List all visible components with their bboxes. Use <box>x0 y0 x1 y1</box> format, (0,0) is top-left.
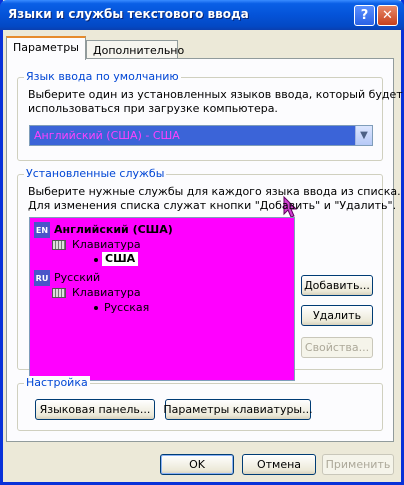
default-language-group: Язык ввода по умолчанию Выберите один из… <box>17 70 403 161</box>
tab-parameters[interactable]: Параметры <box>6 36 86 60</box>
services-tree[interactable]: EN Английский (США) Клавиатура США RU Ру… <box>29 217 295 381</box>
bullet-icon <box>94 306 98 310</box>
tab-panel: Язык ввода по умолчанию Выберите один из… <box>6 58 403 442</box>
title-bar[interactable]: Языки и службы текстового ввода ? ✕ <box>0 0 404 30</box>
keyboard-icon <box>52 288 66 298</box>
close-button[interactable]: ✕ <box>377 5 398 26</box>
installed-services-desc-1: Выберите нужные службы для каждого языка… <box>28 185 401 198</box>
english-language-icon: EN <box>34 222 50 238</box>
tree-item-russian-layout[interactable]: Русская <box>104 301 149 315</box>
bullet-icon <box>94 258 98 262</box>
chevron-down-icon[interactable]: ▼ <box>355 126 372 145</box>
window-title: Языки и службы текстового ввода <box>8 7 249 21</box>
remove-button[interactable]: Удалить <box>301 305 373 326</box>
default-language-desc-1: Выберите один из установленных языков вв… <box>28 88 403 101</box>
installed-services-legend: Установленные службы <box>24 167 167 180</box>
settings-legend: Настройка <box>24 376 90 389</box>
tree-item-russian-keyboard[interactable]: Клавиатура <box>72 286 141 300</box>
tree-item-english[interactable]: Английский (США) <box>54 223 173 237</box>
default-language-legend: Язык ввода по умолчанию <box>24 70 181 83</box>
help-button[interactable]: ? <box>354 5 375 26</box>
properties-button[interactable]: Свойства... <box>301 337 373 358</box>
key-settings-button[interactable]: Параметры клавиатуры... <box>163 399 313 420</box>
add-button[interactable]: Добавить... <box>301 275 373 296</box>
keyboard-icon <box>52 240 66 250</box>
tab-advanced[interactable]: Дополнительно <box>86 40 184 60</box>
tree-item-english-keyboard[interactable]: Клавиатура <box>72 238 141 252</box>
apply-button[interactable]: Применить <box>322 454 394 475</box>
tree-item-us-layout[interactable]: США <box>102 252 139 266</box>
tree-item-russian[interactable]: Русский <box>54 271 100 285</box>
installed-services-desc-2: Для изменения списка служат кнопки "Доба… <box>28 199 397 212</box>
cancel-button[interactable]: Отмена <box>242 454 316 475</box>
default-language-value: Английский (США) - США <box>34 129 180 142</box>
language-bar-button[interactable]: Языковая панель... <box>35 399 155 420</box>
default-language-select[interactable]: Английский (США) - США ▼ <box>29 125 373 146</box>
default-language-desc-2: использоваться при загрузке компьютера. <box>28 102 278 115</box>
ok-button[interactable]: OK <box>160 454 234 475</box>
russian-language-icon: RU <box>34 270 50 286</box>
